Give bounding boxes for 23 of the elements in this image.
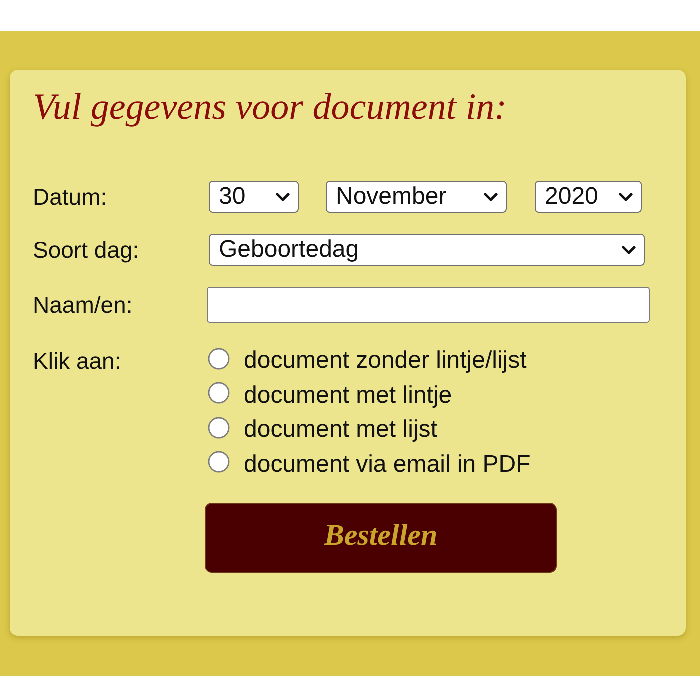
order-button[interactable]: Bestellen bbox=[205, 503, 557, 573]
field-label: Klik aan: bbox=[33, 347, 122, 375]
radio-label[interactable]: document met lijst bbox=[244, 416, 438, 444]
radio-label[interactable]: document met lintje bbox=[244, 382, 452, 410]
dropdown[interactable]: Geboortedag bbox=[209, 234, 645, 266]
dropdown[interactable]: 2020 bbox=[535, 181, 642, 213]
chevron-down-icon bbox=[484, 192, 498, 202]
radio-label[interactable]: document zonder lintje/lijst bbox=[244, 347, 527, 376]
field-label: Datum: bbox=[33, 183, 108, 211]
dropdown[interactable]: November bbox=[326, 181, 507, 213]
field-label: Naam/en: bbox=[33, 291, 133, 319]
input-field[interactable] bbox=[207, 287, 650, 323]
chevron-down-icon bbox=[619, 192, 633, 202]
chevron-down-icon bbox=[276, 192, 290, 202]
radio-button[interactable] bbox=[208, 382, 230, 404]
field-label: Soort dag: bbox=[33, 236, 140, 264]
dropdown[interactable]: 30 bbox=[209, 181, 299, 213]
radio-button[interactable] bbox=[208, 416, 230, 439]
radio-button[interactable] bbox=[208, 348, 230, 370]
radio-label[interactable]: document via email in PDF bbox=[244, 450, 531, 479]
radio-button[interactable] bbox=[208, 451, 230, 474]
chevron-down-icon bbox=[622, 246, 636, 254]
form-heading: Vul gegevens voor document in: bbox=[33, 89, 507, 127]
